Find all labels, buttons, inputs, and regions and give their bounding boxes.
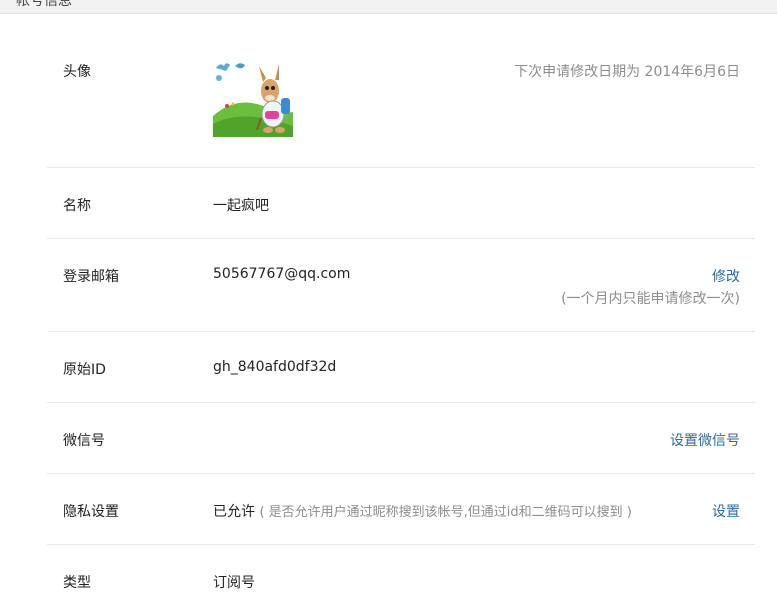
avatar-row: 头像 下次申请修改日期为 2014年6月6日 — [47, 13, 755, 168]
type-row: 类型 订阅号 — [47, 545, 755, 615]
type-label: 类型 — [63, 575, 91, 591]
section-title: 帐号信息 — [16, 0, 72, 9]
original-id-row: 原始ID gh_840afd0df32d — [47, 332, 755, 403]
modify-email-link[interactable]: 修改 — [712, 266, 740, 286]
avatar — [213, 56, 293, 137]
privacy-row: 隐私设置 已允许 ( 是否允许用户通过昵称搜到该帐号,但通过id和二维码可以搜到… — [47, 474, 755, 545]
next-change-date: 下次申请修改日期为 2014年6月6日 — [514, 64, 740, 80]
avatar-label: 头像 — [63, 64, 91, 80]
type-value: 订阅号 — [213, 575, 255, 591]
original-id-label: 原始ID — [63, 362, 106, 378]
email-change-note: (一个月内只能申请修改一次) — [561, 291, 740, 307]
privacy-settings-link[interactable]: 设置 — [712, 501, 740, 521]
cartoon-donkey-avatar-icon — [213, 56, 293, 137]
privacy-hint: ( 是否允许用户通过昵称搜到该帐号,但通过id和二维码可以搜到 ) — [259, 505, 632, 520]
email-label: 登录邮箱 — [63, 269, 119, 285]
section-header: 帐号信息 — [0, 0, 777, 14]
privacy-status: 已允许 — [213, 504, 255, 520]
email-row: 登录邮箱 50567767@qq.com 修改 (一个月内只能申请修改一次) — [47, 239, 755, 332]
login-email: 50567767@qq.com — [213, 266, 351, 282]
account-name: 一起疯吧 — [213, 198, 269, 214]
original-id-value: gh_840afd0df32d — [213, 359, 337, 375]
name-row: 名称 一起疯吧 — [47, 168, 755, 239]
name-label: 名称 — [63, 198, 91, 214]
wechat-id-row: 微信号 设置微信号 — [47, 403, 755, 474]
set-wechat-id-link[interactable]: 设置微信号 — [670, 430, 740, 450]
privacy-label: 隐私设置 — [63, 504, 119, 520]
wechat-id-label: 微信号 — [63, 433, 105, 449]
privacy-status-line: 已允许 ( 是否允许用户通过昵称搜到该帐号,但通过id和二维码可以搜到 ) — [213, 501, 632, 521]
